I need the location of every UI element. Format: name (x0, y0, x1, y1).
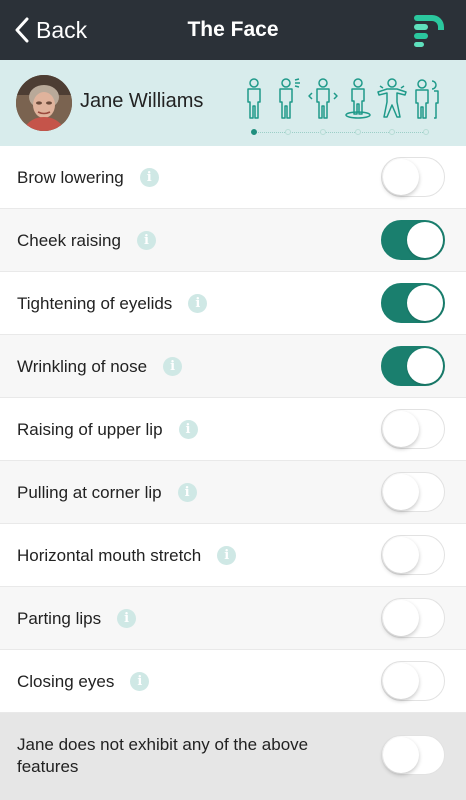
toggle-knob (407, 348, 443, 384)
feature-label: Cheek raising (17, 230, 121, 250)
feature-toggle[interactable] (381, 409, 445, 449)
toggle-knob (383, 411, 419, 447)
feature-toggle[interactable] (381, 472, 445, 512)
feature-row-closing-eyes: Closing eyes i (0, 650, 466, 713)
feature-toggle[interactable] (381, 157, 445, 197)
feature-toggle[interactable] (381, 283, 445, 323)
stage-dot (355, 129, 361, 135)
feature-list: Brow lowering i Cheek raising i Tightening… (0, 146, 466, 713)
stage-selector (236, 78, 446, 138)
patient-header: Jane Williams (0, 60, 466, 146)
stage-dot (320, 129, 326, 135)
person-standing-icon[interactable] (238, 78, 270, 120)
none-of-above-row: Jane does not exhibit any of the above f… (0, 713, 466, 800)
feature-row-cheek-raising: Cheek raising i (0, 209, 466, 272)
feature-row-pulling-at-corner-lip: Pulling at corner lip i (0, 461, 466, 524)
info-icon[interactable]: i (217, 546, 237, 565)
feature-row-parting-lips: Parting lips i (0, 587, 466, 650)
back-button[interactable]: Back (14, 13, 87, 47)
none-of-above-toggle[interactable] (381, 735, 445, 775)
feature-label: Parting lips (17, 608, 102, 628)
feature-row-tightening-of-eyelids: Tightening of eyelids i (0, 272, 466, 335)
person-platform-icon[interactable] (342, 78, 374, 120)
feature-row-raising-of-upper-lip: Raising of upper lip i (0, 398, 466, 461)
feature-label: Raising of upper lip (17, 419, 163, 439)
feature-label: Horizontal mouth stretch (17, 545, 202, 565)
feature-label: Pulling at corner lip (17, 482, 162, 502)
stage-dot (285, 129, 291, 135)
feature-label: Closing eyes (17, 671, 115, 691)
feature-row-horizontal-mouth-stretch: Horizontal mouth stretch i (0, 524, 466, 587)
navigation-bar: Back The Face (0, 0, 466, 60)
info-icon[interactable]: i (139, 168, 159, 187)
toggle-knob (383, 737, 419, 773)
patient-photo (16, 75, 72, 131)
toggle-knob (383, 159, 419, 195)
patient-name: Jane Williams (80, 90, 204, 112)
feature-toggle[interactable] (381, 598, 445, 638)
person-talking-icon[interactable] (272, 78, 304, 120)
person-pair-icon[interactable] (410, 78, 442, 120)
feature-row-brow-lowering: Brow lowering i (0, 146, 466, 209)
stage-dot (423, 129, 429, 135)
back-label: Back (36, 16, 88, 43)
info-icon[interactable]: i (163, 357, 183, 376)
app-logo-icon (414, 15, 444, 47)
feature-toggle[interactable] (381, 661, 445, 701)
toggle-knob (407, 222, 443, 258)
toggle-knob (383, 537, 419, 573)
toggle-knob (383, 663, 419, 699)
feature-label: Tightening of eyelids (17, 293, 173, 313)
person-arms-out-icon[interactable] (376, 78, 408, 120)
chevron-left-icon (15, 17, 29, 43)
info-icon[interactable]: i (188, 294, 208, 313)
feature-toggle[interactable] (381, 220, 445, 260)
feature-toggle[interactable] (381, 535, 445, 575)
info-icon[interactable]: i (178, 420, 198, 439)
stage-dot (389, 129, 395, 135)
info-icon[interactable]: i (130, 672, 150, 691)
info-icon[interactable]: i (177, 483, 197, 502)
stage-dot-active (251, 129, 257, 135)
stage-progress-line (253, 132, 429, 133)
feature-label: Brow lowering (17, 167, 124, 187)
none-of-above-label: Jane does not exhibit any of the above f… (17, 735, 309, 776)
person-arrows-icon[interactable] (307, 78, 339, 120)
feature-row-wrinkling-of-nose: Wrinkling of nose i (0, 335, 466, 398)
toggle-knob (383, 600, 419, 636)
toggle-knob (407, 285, 443, 321)
feature-toggle[interactable] (381, 346, 445, 386)
toggle-knob (383, 474, 419, 510)
avatar[interactable] (16, 75, 72, 131)
info-icon[interactable]: i (136, 231, 156, 250)
info-icon[interactable]: i (117, 609, 137, 628)
feature-label: Wrinkling of nose (17, 356, 148, 376)
